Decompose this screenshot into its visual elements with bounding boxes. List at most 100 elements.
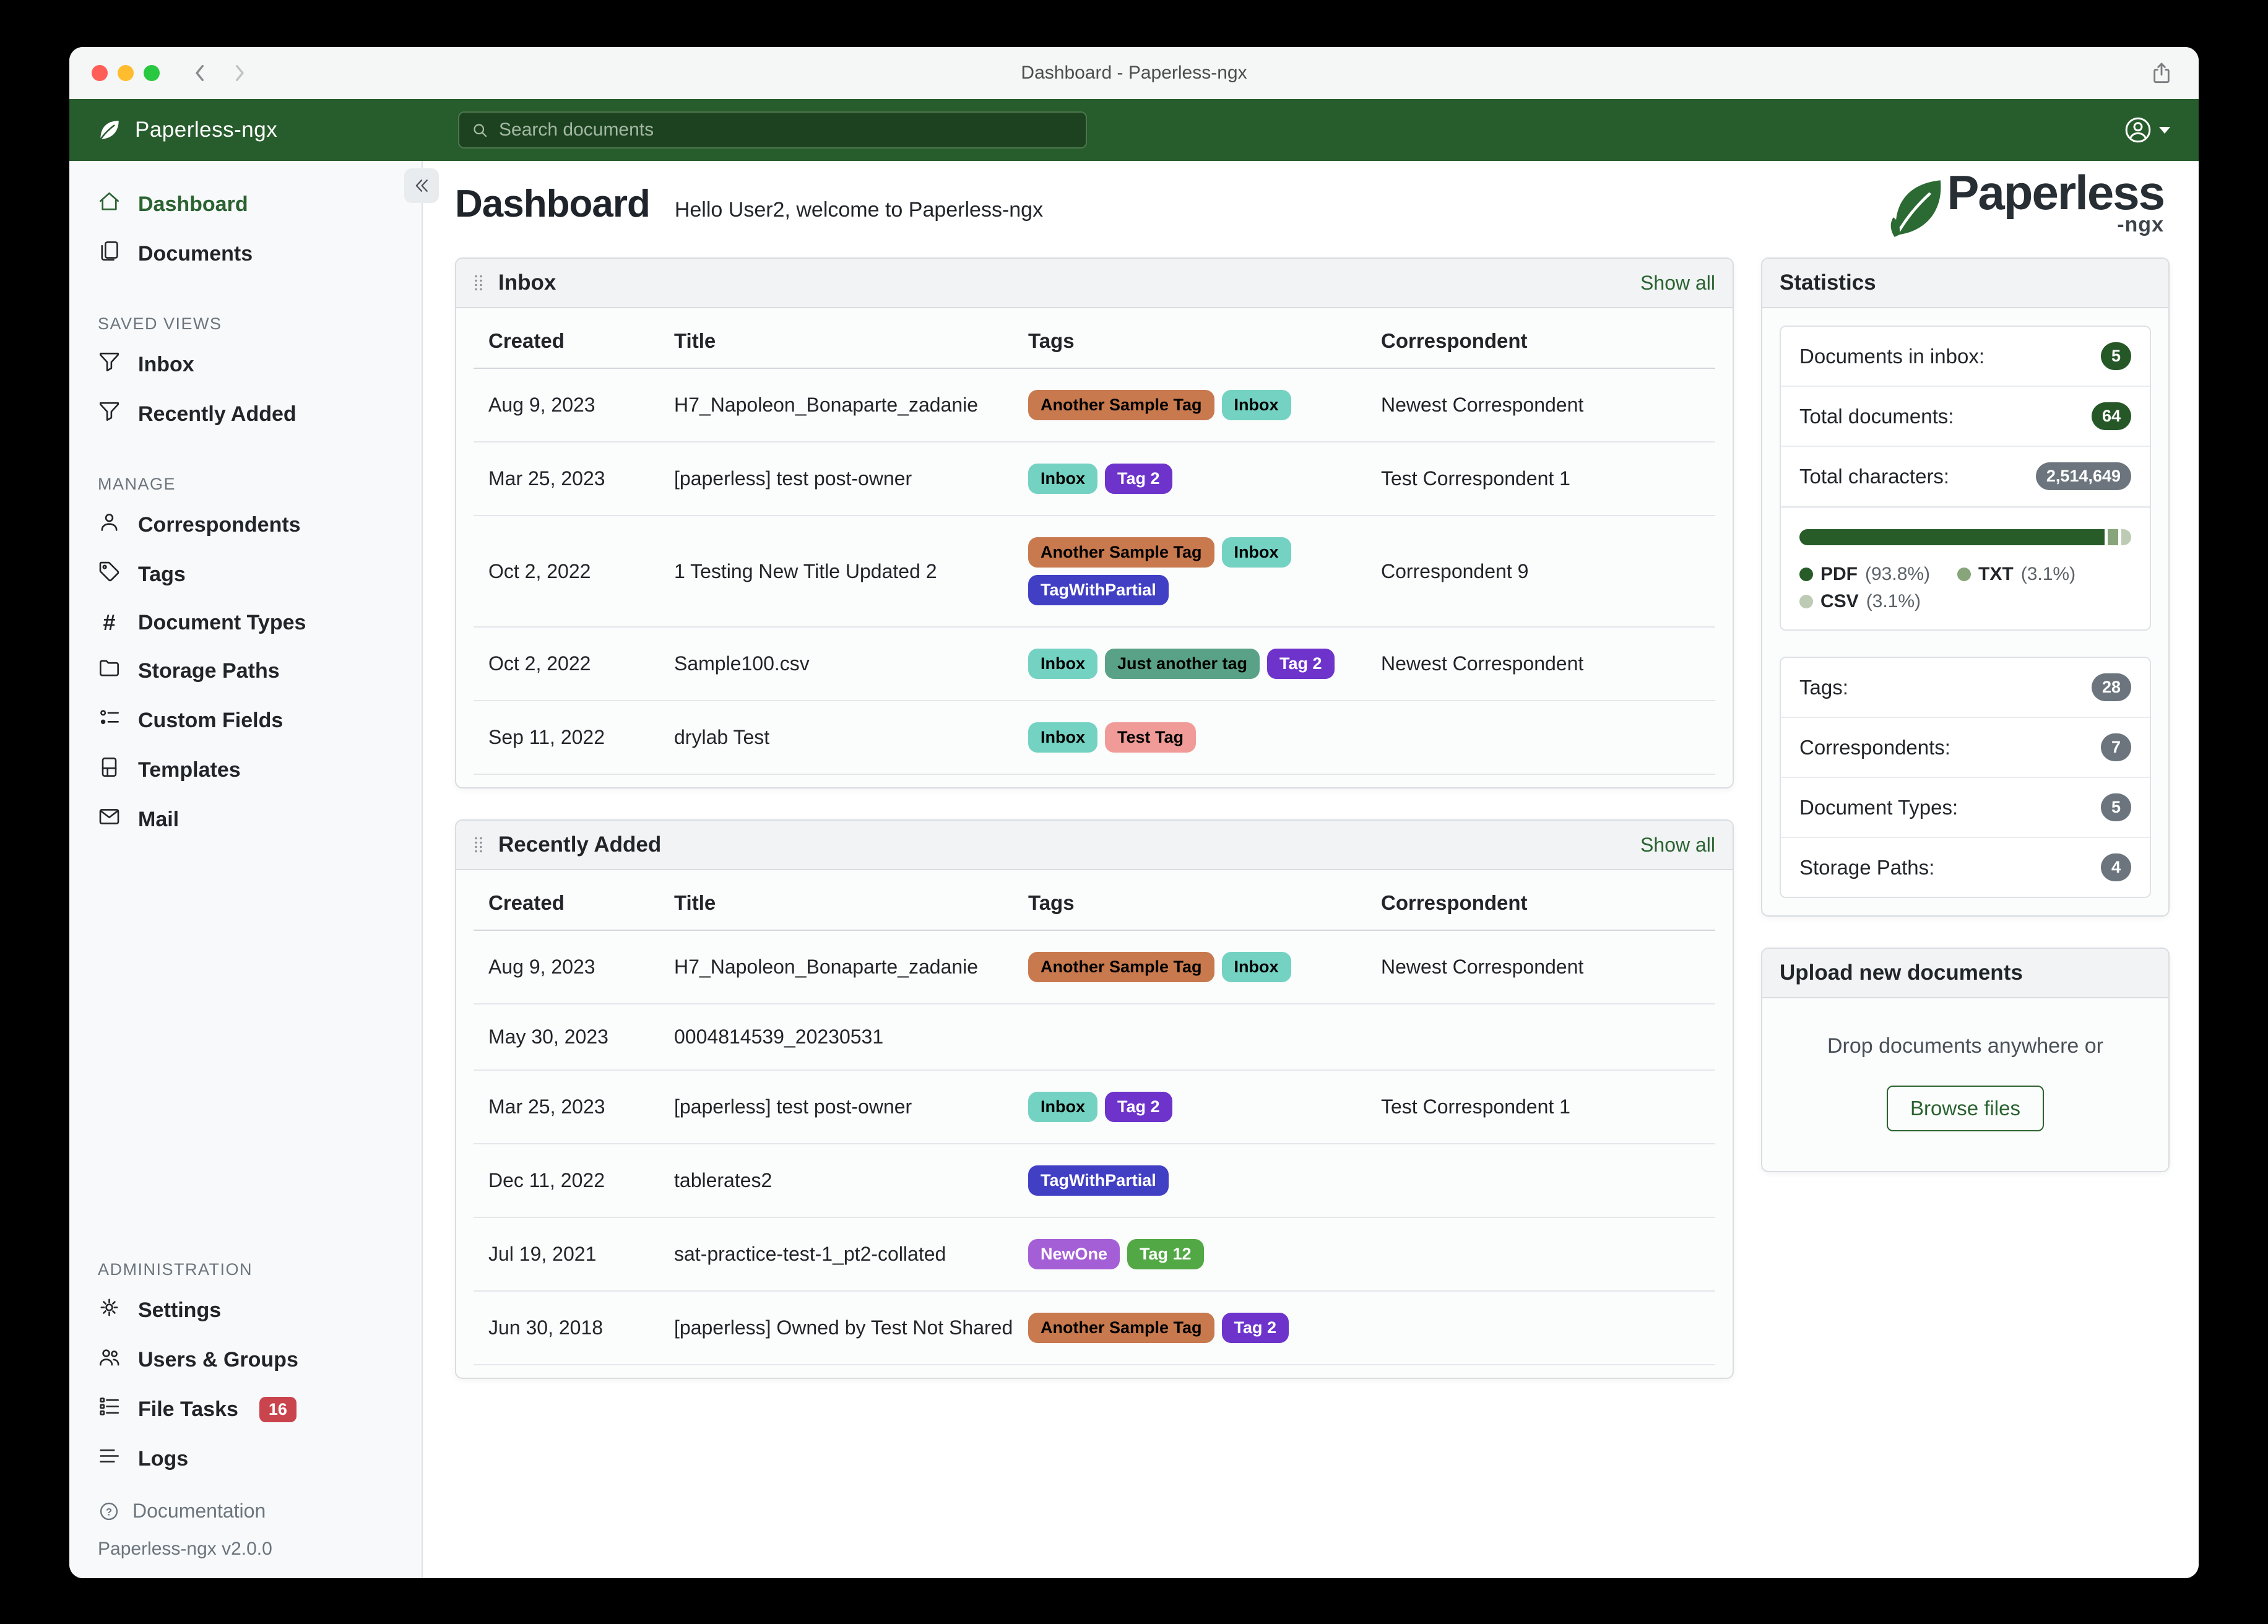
sidebar-item-recently-added[interactable]: Recently Added [69, 389, 422, 439]
sidebar-item-dashboard[interactable]: Dashboard [69, 179, 422, 229]
stat-row-total-documents[interactable]: Total documents: 64 [1781, 387, 2150, 447]
tag-pill[interactable]: Another Sample Tag [1028, 1313, 1214, 1343]
cell-tags: Another Sample Tag Inbox [1028, 390, 1381, 420]
user-menu[interactable] [2123, 115, 2170, 145]
tag-pill[interactable]: NewOne [1028, 1239, 1120, 1269]
drag-handle-icon[interactable] [474, 834, 485, 855]
tag-pill[interactable]: TagWithPartial [1028, 1165, 1169, 1196]
sidebar-item-storage-paths[interactable]: Storage Paths [69, 646, 422, 696]
document-row[interactable]: Oct 2, 2022 1 Testing New Title Updated 2… [474, 516, 1715, 628]
sidebar-item-file-tasks[interactable]: File Tasks 16 [69, 1384, 422, 1434]
sidebar-item-mail[interactable]: Mail [69, 795, 422, 844]
tag-pill[interactable]: Tag 2 [1221, 1313, 1289, 1343]
widget-inbox: Inbox Show all Created Title Tags Corresponde… [455, 257, 1734, 788]
show-all-link[interactable]: Show all [1640, 834, 1715, 857]
tag-pill[interactable]: Inbox [1221, 952, 1291, 982]
stat-row-total-characters[interactable]: Total characters: 2,514,649 [1781, 447, 2150, 507]
tag-pill[interactable]: Tag 12 [1127, 1239, 1204, 1269]
app-brand[interactable]: Paperless-ngx [97, 117, 277, 143]
stat-label: Storage Paths: [1799, 855, 1935, 879]
tag-pill[interactable]: Another Sample Tag [1028, 537, 1214, 568]
titlebar: Dashboard - Paperless-ngx [69, 47, 2199, 99]
sidebar-item-users-groups[interactable]: Users & Groups [69, 1335, 422, 1384]
stat-row-document-types[interactable]: Document Types: 5 [1781, 778, 2150, 838]
legend-dot-icon [1799, 568, 1813, 581]
stat-row-tags[interactable]: Tags: 28 [1781, 658, 2150, 718]
show-all-link[interactable]: Show all [1640, 272, 1715, 295]
main-content: Dashboard Hello User2, welcome to Paperl… [423, 161, 2199, 1578]
tag-pill[interactable]: Another Sample Tag [1028, 390, 1214, 420]
document-row[interactable]: Jun 30, 2018 [paperless] Owned by Test No… [474, 1292, 1715, 1365]
stat-row-storage-paths[interactable]: Storage Paths: 4 [1781, 838, 2150, 897]
browse-files-button[interactable]: Browse files [1887, 1086, 2044, 1131]
sidebar-item-inbox[interactable]: Inbox [69, 340, 422, 389]
sidebar-item-custom-fields[interactable]: Custom Fields [69, 696, 422, 745]
sidebar-item-label: Document Types [138, 610, 306, 634]
tasks-icon [98, 1395, 121, 1423]
cell-created: Jun 30, 2018 [488, 1316, 604, 1339]
cell-tags: TagWithPartial [1028, 1165, 1381, 1196]
sidebar-item-label: Storage Paths [138, 659, 280, 683]
legend-name: CSV [1820, 591, 1859, 611]
document-row[interactable]: May 30, 2023 0004814539_20230531 [474, 1004, 1715, 1071]
tag-pill[interactable]: Just another tag [1105, 649, 1260, 679]
stat-row-correspondents[interactable]: Correspondents: 7 [1781, 718, 2150, 778]
search-input[interactable] [499, 119, 1075, 140]
stat-label: Correspondents: [1799, 735, 1950, 759]
sidebar-item-documents[interactable]: Documents [69, 229, 422, 279]
sidebar-collapse-button[interactable] [404, 168, 439, 203]
tag-pill[interactable]: Inbox [1028, 649, 1097, 679]
sidebar-item-logs[interactable]: Logs [69, 1434, 422, 1484]
column-header-created: Created [488, 329, 565, 352]
sidebar-footer: ? Documentation Paperless-ngx v2.0.0 [69, 1484, 422, 1578]
cell-created: Mar 25, 2023 [488, 1095, 605, 1118]
statistics-panel: Statistics Documents in inbox: 5 Total doc… [1761, 257, 2170, 917]
file-type-distribution: PDF (93.8%) TXT (3.1%) CSV (3.1%) [1781, 507, 2150, 629]
tag-pill[interactable]: Inbox [1221, 390, 1291, 420]
tag-pill[interactable]: Tag 2 [1267, 649, 1335, 679]
document-row[interactable]: Sep 11, 2022 drylab Test Inbox Test Tag [474, 701, 1715, 775]
tag-pill[interactable]: TagWithPartial [1028, 575, 1169, 605]
tag-pill[interactable]: Tag 2 [1105, 464, 1172, 494]
cell-title: [paperless] Owned by Test Not Shared [674, 1316, 1013, 1339]
tag-pill[interactable]: Test Tag [1105, 722, 1197, 753]
house-icon [98, 190, 121, 218]
sidebar-item-label: File Tasks [138, 1397, 238, 1421]
upload-dropzone[interactable]: Drop documents anywhere or Browse files [1762, 998, 2168, 1171]
document-row[interactable]: Oct 2, 2022 Sample100.csv Inbox Just anothe… [474, 628, 1715, 701]
document-row[interactable]: Mar 25, 2023 [paperless] test post-owner I… [474, 1071, 1715, 1144]
tag-pill[interactable]: Inbox [1028, 722, 1097, 753]
share-icon[interactable] [2149, 61, 2174, 85]
person-icon [98, 511, 121, 539]
users-icon [98, 1345, 121, 1374]
cell-tags: Another Sample Tag Inbox TagWithPartial [1028, 537, 1381, 605]
sidebar-item-label: Custom Fields [138, 708, 284, 732]
tag-pill[interactable]: Inbox [1028, 1092, 1097, 1122]
document-row[interactable]: Dec 11, 2022 tablerates2 TagWithPartial [474, 1144, 1715, 1218]
sidebar-item-document-types[interactable]: # Document Types [69, 599, 422, 646]
search-icon [474, 124, 487, 137]
document-row[interactable]: Aug 9, 2023 H7_Napoleon_Bonaparte_zadanie… [474, 931, 1715, 1004]
tag-pill[interactable]: Inbox [1028, 464, 1097, 494]
stats-group-primary: Documents in inbox: 5 Total documents: 64 To… [1780, 326, 2151, 631]
tag-pill[interactable]: Another Sample Tag [1028, 952, 1214, 982]
sidebar-item-templates[interactable]: Templates [69, 745, 422, 795]
documentation-link[interactable]: ? Documentation [98, 1500, 422, 1522]
tag-pill[interactable]: Tag 2 [1105, 1092, 1172, 1122]
upload-panel: Upload new documents Drop documents anyw… [1761, 948, 2170, 1172]
sidebar-item-correspondents[interactable]: Correspondents [69, 500, 422, 550]
sidebar-item-label: Tags [138, 562, 186, 586]
column-header-created: Created [488, 891, 565, 914]
document-row[interactable]: Mar 25, 2023 [paperless] test post-owner I… [474, 443, 1715, 516]
sidebar-item-settings[interactable]: Settings [69, 1285, 422, 1335]
tag-pill[interactable]: Inbox [1221, 537, 1291, 568]
brand-name: Paperless-ngx [135, 118, 278, 142]
stat-row-documents-in-inbox[interactable]: Documents in inbox: 5 [1781, 327, 2150, 387]
sidebar-item-label: Mail [138, 807, 180, 831]
document-row[interactable]: Aug 9, 2023 H7_Napoleon_Bonaparte_zadanie… [474, 369, 1715, 443]
documentation-label: Documentation [132, 1500, 266, 1522]
cell-created: Oct 2, 2022 [488, 559, 591, 582]
sidebar-item-tags[interactable]: Tags [69, 550, 422, 599]
document-row[interactable]: Jul 19, 2021 sat-practice-test-1_pt2-coll… [474, 1218, 1715, 1292]
drag-handle-icon[interactable] [474, 272, 485, 293]
